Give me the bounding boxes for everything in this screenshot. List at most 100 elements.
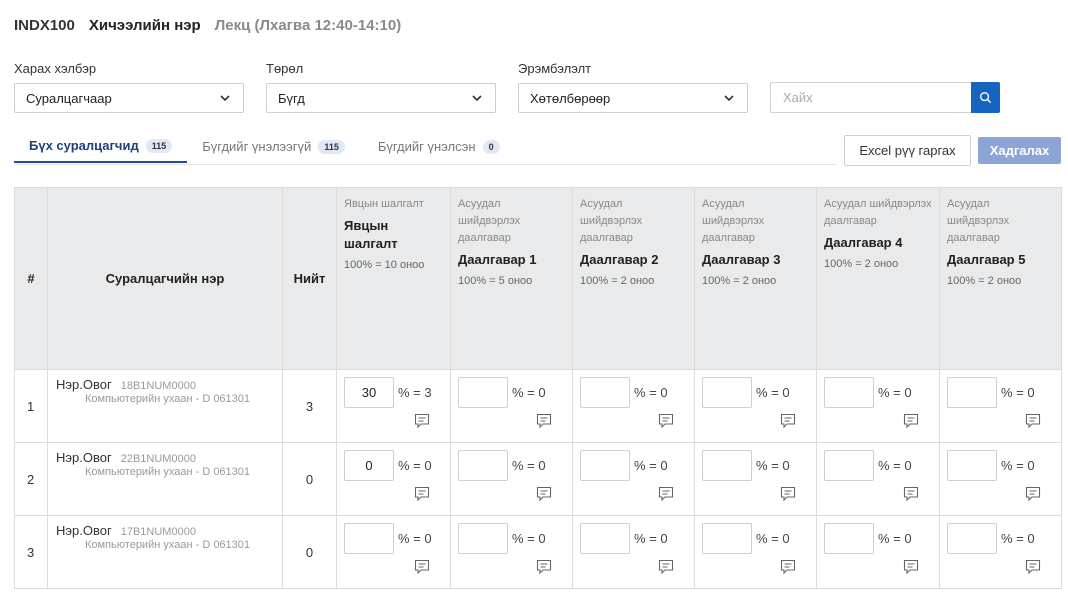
course-schedule: Лекц (Лхагва 12:40-14:10) xyxy=(214,17,402,34)
header-category: Асуудал шийдвэрлэх даалгавар xyxy=(580,198,643,244)
row-index: 2 xyxy=(14,442,48,516)
comment-icon[interactable] xyxy=(414,486,430,502)
score-input[interactable] xyxy=(344,377,394,408)
comment-icon[interactable] xyxy=(414,559,430,575)
score-cell: % = 0 xyxy=(939,369,1062,443)
header-weight: 100% = 2 оноо xyxy=(947,275,1022,287)
header-category: Асуудал шийдвэрлэх даалгавар xyxy=(702,198,765,244)
student-id: 18B1NUM0000 xyxy=(120,380,196,392)
score-input[interactable] xyxy=(702,377,752,408)
tab-label: Бүх суралцагчид xyxy=(29,138,139,153)
save-button[interactable]: Хадгалах xyxy=(978,137,1061,164)
student-id: 17B1NUM0000 xyxy=(120,526,196,538)
header-assignment-4: Асуудал шийдвэрлэх даалгавар Даалгавар 4… xyxy=(816,187,940,370)
score-cell: % = 0 xyxy=(450,369,573,443)
score-input[interactable] xyxy=(580,377,630,408)
score-input[interactable] xyxy=(580,450,630,481)
sort-value: Хөтөлбөрөөр xyxy=(530,90,611,106)
score-input[interactable] xyxy=(344,450,394,481)
student-program: Компьютерийн ухаан - D 061301 xyxy=(85,466,251,478)
comment-icon[interactable] xyxy=(1025,413,1041,429)
score-input[interactable] xyxy=(580,523,630,554)
grades-table: # Суралцагчийн нэр Нийт Явцын шалгалт Яв… xyxy=(14,187,1062,589)
score-input[interactable] xyxy=(702,523,752,554)
search-box xyxy=(770,82,1000,113)
score-input[interactable] xyxy=(458,523,508,554)
header-title: Даалгавар 4 xyxy=(824,235,903,250)
score-cell: % = 0 xyxy=(816,442,940,516)
type-select[interactable]: Бүгд xyxy=(266,83,496,113)
score-cell: % = 0 xyxy=(694,369,817,443)
score-input[interactable] xyxy=(824,450,874,481)
table-row: 1 Нэр.Овог 18B1NUM0000 Компьютерийн ухаа… xyxy=(14,369,1062,443)
score-result: % = 0 xyxy=(756,531,790,546)
score-cell: % = 0 xyxy=(572,369,695,443)
comment-icon[interactable] xyxy=(658,559,674,575)
score-input[interactable] xyxy=(947,377,997,408)
header-attendance: Явцын шалгалт Явцын шалгалт 100% = 10 он… xyxy=(336,187,451,370)
score-result: % = 3 xyxy=(398,385,432,400)
score-result: % = 0 xyxy=(398,531,432,546)
score-input[interactable] xyxy=(947,523,997,554)
comment-icon[interactable] xyxy=(1025,559,1041,575)
search-icon xyxy=(979,91,992,104)
table-header-row: # Суралцагчийн нэр Нийт Явцын шалгалт Яв… xyxy=(14,187,1062,370)
score-input[interactable] xyxy=(947,450,997,481)
score-input[interactable] xyxy=(344,523,394,554)
score-input[interactable] xyxy=(824,377,874,408)
comment-icon[interactable] xyxy=(780,559,796,575)
comment-icon[interactable] xyxy=(658,413,674,429)
header-weight: 100% = 2 оноо xyxy=(580,275,655,287)
header-category: Асуудал шийдвэрлэх даалгавар xyxy=(947,198,1010,244)
student-name: Нэр.Овог xyxy=(56,377,112,392)
score-input[interactable] xyxy=(458,450,508,481)
tab-not-graded[interactable]: Бүгдийг үнэлээгүй 115 xyxy=(187,130,360,163)
chevron-down-icon xyxy=(472,95,482,102)
score-result: % = 0 xyxy=(756,385,790,400)
view-mode-select[interactable]: Суралцагчаар xyxy=(14,83,244,113)
score-input[interactable] xyxy=(824,523,874,554)
score-result: % = 0 xyxy=(756,458,790,473)
header-assignment-5: Асуудал шийдвэрлэх даалгавар Даалгавар 5… xyxy=(939,187,1062,370)
header-assignment-3: Асуудал шийдвэрлэх даалгавар Даалгавар 3… xyxy=(694,187,817,370)
student-cell: Нэр.Овог 18B1NUM0000 Компьютерийн ухаан … xyxy=(47,369,283,443)
student-tabs: Бүх суралцагчид 115 Бүгдийг үнэлээгүй 11… xyxy=(14,130,837,165)
score-input[interactable] xyxy=(458,377,508,408)
sort-select[interactable]: Хөтөлбөрөөр xyxy=(518,83,748,113)
score-cell: % = 0 xyxy=(336,515,451,589)
chevron-down-icon xyxy=(724,95,734,102)
student-program: Компьютерийн ухаан - D 061301 xyxy=(85,393,251,405)
comment-icon[interactable] xyxy=(780,413,796,429)
view-mode-value: Суралцагчаар xyxy=(26,90,112,106)
header-category: Асуудал шийдвэрлэх даалгавар xyxy=(458,198,521,244)
score-cell: % = 0 xyxy=(450,442,573,516)
comment-icon[interactable] xyxy=(658,486,674,502)
comment-icon[interactable] xyxy=(903,486,919,502)
comment-icon[interactable] xyxy=(1025,486,1041,502)
course-title: Хичээлийн нэр xyxy=(88,17,201,34)
comment-icon[interactable] xyxy=(414,413,430,429)
header-weight: 100% = 10 оноо xyxy=(344,259,425,271)
comment-icon[interactable] xyxy=(903,559,919,575)
count-badge: 115 xyxy=(318,139,345,154)
score-input[interactable] xyxy=(702,450,752,481)
tab-label: Бүгдийг үнэлсэн xyxy=(377,139,476,154)
tab-all-graded[interactable]: Бүгдийг үнэлсэн 0 xyxy=(360,130,515,163)
score-cell: % = 0 xyxy=(572,515,695,589)
search-button[interactable] xyxy=(971,82,1000,113)
course-code: INDX100 xyxy=(14,17,75,34)
export-excel-button[interactable]: Excel рүү гаргах xyxy=(844,135,971,166)
search-input[interactable] xyxy=(770,82,971,113)
score-cell: % = 0 xyxy=(694,515,817,589)
comment-icon[interactable] xyxy=(536,559,552,575)
score-cell: % = 0 xyxy=(694,442,817,516)
score-result: % = 0 xyxy=(878,458,912,473)
comment-icon[interactable] xyxy=(536,486,552,502)
comment-icon[interactable] xyxy=(903,413,919,429)
tab-all-students[interactable]: Бүх суралцагчид 115 xyxy=(14,130,188,163)
header-weight: 100% = 5 оноо xyxy=(458,275,533,287)
score-result: % = 0 xyxy=(634,385,668,400)
comment-icon[interactable] xyxy=(780,486,796,502)
sort-label: Эрэмбэлэлт xyxy=(518,61,592,76)
comment-icon[interactable] xyxy=(536,413,552,429)
